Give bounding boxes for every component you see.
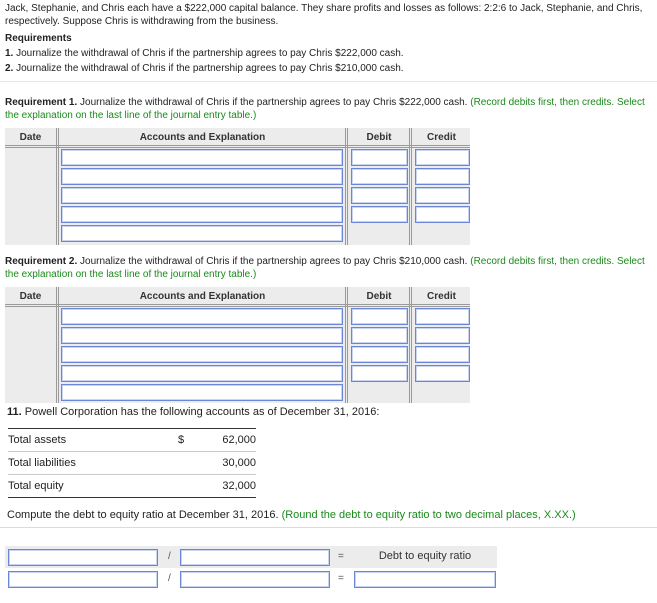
requirement-text: Journalize the withdrawal of Chris if th… bbox=[16, 48, 404, 59]
ratio-numerator-input[interactable] bbox=[8, 571, 158, 588]
prompt-hint: (Round the debt to equity ratio to two d… bbox=[281, 509, 576, 521]
ratio-result-input[interactable] bbox=[354, 571, 496, 588]
account-input[interactable] bbox=[61, 187, 343, 204]
account-row: Total equity 32,000 bbox=[8, 475, 256, 497]
account-row: Total liabilities 30,000 bbox=[8, 452, 256, 474]
account-row: Total assets $ 62,000 bbox=[8, 429, 256, 451]
prompt-text: Compute the debt to equity ratio at Dece… bbox=[7, 509, 279, 521]
section-divider bbox=[0, 81, 657, 82]
column-divider bbox=[345, 287, 348, 403]
requirement-2-text: Journalize the withdrawal of Chris if th… bbox=[80, 256, 468, 267]
requirement-item-1: 1. Journalize the withdrawal of Chris if… bbox=[5, 46, 404, 61]
col-credit: Credit bbox=[427, 291, 456, 302]
debit-input[interactable] bbox=[351, 346, 408, 363]
divide-symbol: / bbox=[168, 551, 171, 562]
col-date: Date bbox=[19, 291, 42, 302]
debit-input[interactable] bbox=[351, 365, 408, 382]
question-11-title: 11. Powell Corporation has the following… bbox=[7, 406, 379, 418]
credit-input[interactable] bbox=[415, 346, 470, 363]
account-input[interactable] bbox=[61, 346, 343, 363]
debit-input[interactable] bbox=[351, 149, 408, 166]
question-11-prompt: Compute the debt to equity ratio at Dece… bbox=[7, 509, 576, 521]
col-credit: Credit bbox=[427, 132, 456, 143]
account-input[interactable] bbox=[61, 149, 343, 166]
col-debit: Debit bbox=[366, 132, 392, 143]
problem-intro: Jack, Stephanie, and Chris each have a $… bbox=[5, 3, 643, 27]
credit-input[interactable] bbox=[415, 168, 470, 185]
credit-input[interactable] bbox=[415, 327, 470, 344]
account-input[interactable] bbox=[61, 168, 343, 185]
account-value: 32,000 bbox=[222, 480, 256, 492]
credit-input[interactable] bbox=[415, 365, 470, 382]
ratio-result-label: Debt to equity ratio bbox=[378, 550, 472, 562]
currency-symbol: $ bbox=[178, 434, 185, 446]
col-debit: Debit bbox=[366, 291, 392, 302]
credit-input[interactable] bbox=[415, 187, 470, 204]
credit-input[interactable] bbox=[415, 149, 470, 166]
journal-header: Date Accounts and Explanation Debit Cred… bbox=[5, 128, 470, 148]
table-bottom-rule bbox=[8, 497, 256, 498]
ratio-denominator-input[interactable] bbox=[180, 549, 330, 566]
requirements-title: Requirements bbox=[5, 33, 72, 44]
credit-input[interactable] bbox=[415, 206, 470, 223]
requirement-1-text: Journalize the withdrawal of Chris if th… bbox=[80, 97, 468, 108]
col-date: Date bbox=[19, 132, 42, 143]
section-divider bbox=[0, 527, 657, 528]
requirement-text: Journalize the withdrawal of Chris if th… bbox=[16, 63, 404, 74]
column-divider bbox=[345, 128, 348, 245]
explanation-input[interactable] bbox=[61, 384, 343, 401]
account-label: Total equity bbox=[8, 480, 64, 492]
debit-input[interactable] bbox=[351, 327, 408, 344]
account-label: Total assets bbox=[8, 434, 67, 446]
col-accounts: Accounts and Explanation bbox=[139, 291, 266, 302]
requirement-1-prompt: Requirement 1. Journalize the withdrawal… bbox=[5, 96, 657, 122]
ratio-numerator-input[interactable] bbox=[8, 549, 158, 566]
debit-input[interactable] bbox=[351, 308, 408, 325]
requirement-1-label: Requirement 1. bbox=[5, 97, 78, 108]
account-value: 62,000 bbox=[222, 434, 256, 446]
requirements-list: 1. Journalize the withdrawal of Chris if… bbox=[5, 46, 404, 76]
column-divider bbox=[409, 287, 412, 403]
accounts-table: Total assets $ 62,000 Total liabilities … bbox=[8, 428, 256, 498]
account-value: 30,000 bbox=[222, 457, 256, 469]
debit-input[interactable] bbox=[351, 168, 408, 185]
ratio-denominator-input[interactable] bbox=[180, 571, 330, 588]
account-input[interactable] bbox=[61, 365, 343, 382]
journal-table-1: Date Accounts and Explanation Debit Cred… bbox=[5, 128, 470, 245]
requirement-2-label: Requirement 2. bbox=[5, 256, 78, 267]
debit-input[interactable] bbox=[351, 206, 408, 223]
account-input[interactable] bbox=[61, 308, 343, 325]
column-divider bbox=[56, 287, 59, 403]
requirement-item-2: 2. Journalize the withdrawal of Chris if… bbox=[5, 61, 404, 76]
journal-header: Date Accounts and Explanation Debit Cred… bbox=[5, 287, 470, 307]
journal-table-2: Date Accounts and Explanation Debit Cred… bbox=[5, 287, 470, 403]
equals-symbol: = bbox=[338, 551, 344, 562]
requirement-number: 2. bbox=[5, 63, 14, 74]
explanation-input[interactable] bbox=[61, 225, 343, 242]
divide-symbol: / bbox=[168, 573, 171, 584]
debit-input[interactable] bbox=[351, 187, 408, 204]
account-input[interactable] bbox=[61, 206, 343, 223]
column-divider bbox=[56, 128, 59, 245]
question-text: Powell Corporation has the following acc… bbox=[24, 406, 380, 418]
account-input[interactable] bbox=[61, 327, 343, 344]
column-divider bbox=[409, 128, 412, 245]
equals-symbol: = bbox=[338, 573, 344, 584]
requirement-2-prompt: Requirement 2. Journalize the withdrawal… bbox=[5, 255, 657, 281]
col-accounts: Accounts and Explanation bbox=[139, 132, 266, 143]
requirement-number: 1. bbox=[5, 48, 14, 59]
account-label: Total liabilities bbox=[8, 457, 76, 469]
question-number: 11. bbox=[7, 406, 22, 418]
credit-input[interactable] bbox=[415, 308, 470, 325]
